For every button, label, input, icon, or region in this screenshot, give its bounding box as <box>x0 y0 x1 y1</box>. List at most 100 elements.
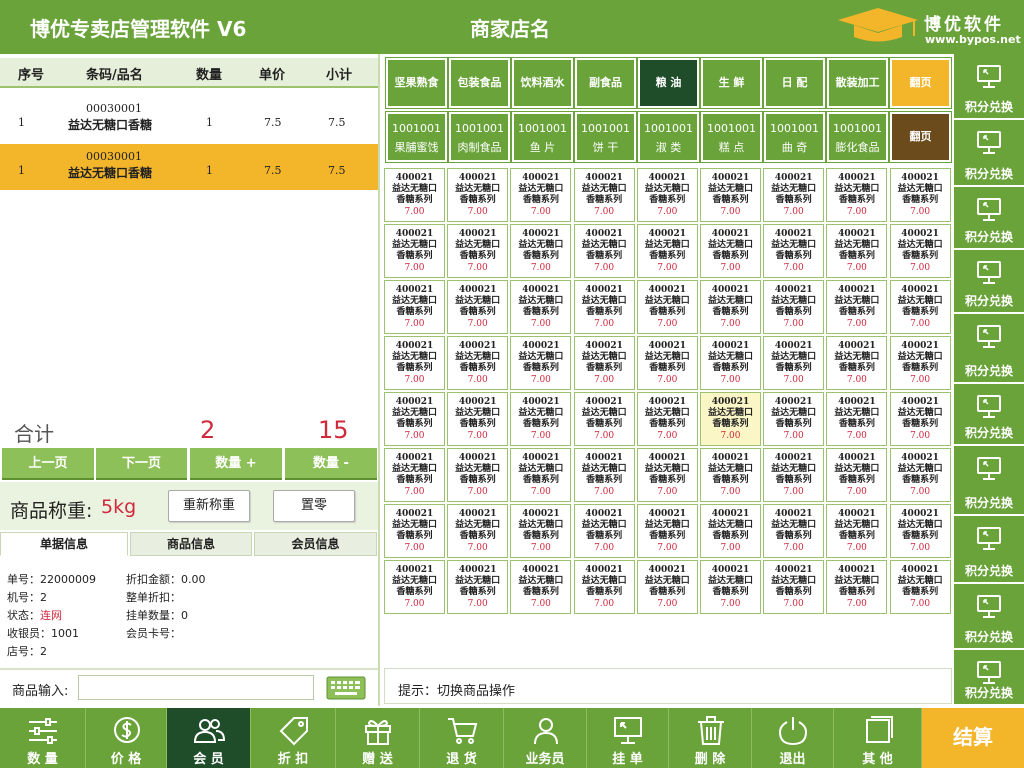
product-tile[interactable]: 400021 益达无糖口 香糖系列 7.00 <box>384 280 445 334</box>
product-tile[interactable]: 400021 益达无糖口 香糖系列 7.00 <box>763 392 825 446</box>
product-tile[interactable]: 400021 益达无糖口 香糖系列 7.00 <box>826 448 888 502</box>
product-tile[interactable]: 400021 益达无糖口 香糖系列 7.00 <box>573 168 635 222</box>
product-tile[interactable]: 400021 益达无糖口 香糖系列 7.00 <box>889 336 951 390</box>
product-tile[interactable]: 400021 益达无糖口 香糖系列 7.00 <box>826 392 888 446</box>
checkout-button[interactable]: 结算 <box>922 708 1024 768</box>
product-tile[interactable]: 400021 益达无糖口 香糖系列 7.00 <box>826 560 888 614</box>
qty-plus-button[interactable]: 数量 + <box>190 448 282 480</box>
product-tile[interactable]: 400021 益达无糖口 香糖系列 7.00 <box>700 504 761 558</box>
points-exchange-button[interactable]: 积分兑换 <box>954 584 1024 650</box>
tab-goods-info[interactable]: 商品信息 <box>130 532 252 556</box>
toolbar-button-square[interactable]: 其 他 <box>834 708 922 768</box>
product-tile[interactable]: 400021 益达无糖口 香糖系列 7.00 <box>700 224 761 278</box>
product-tile[interactable]: 400021 益达无糖口 香糖系列 7.00 <box>573 336 635 390</box>
product-tile[interactable]: 400021 益达无糖口 香糖系列 7.00 <box>636 168 698 222</box>
product-tile[interactable]: 400021 益达无糖口 香糖系列 7.00 <box>763 336 825 390</box>
tab-member-info[interactable]: 会员信息 <box>254 532 377 556</box>
product-tile[interactable]: 400021 益达无糖口 香糖系列 7.00 <box>826 336 888 390</box>
product-tile[interactable]: 400021 益达无糖口 香糖系列 7.00 <box>636 280 698 334</box>
product-tile[interactable]: 400021 益达无糖口 香糖系列 7.00 <box>700 168 761 222</box>
product-tile[interactable]: 400021 益达无糖口 香糖系列 7.00 <box>384 224 445 278</box>
product-tile[interactable]: 400021 益达无糖口 香糖系列 7.00 <box>763 168 825 222</box>
cart-row-selected[interactable]: 1 00030001 益达无糖口香糖 1 7.5 7.5 <box>0 144 378 190</box>
product-tile[interactable]: 400021 益达无糖口 香糖系列 7.00 <box>384 392 445 446</box>
qty-minus-button[interactable]: 数量 - <box>285 448 377 480</box>
product-tile[interactable]: 400021 益达无糖口 香糖系列 7.00 <box>700 392 761 446</box>
product-tile[interactable]: 400021 益达无糖口 香糖系列 7.00 <box>889 560 951 614</box>
product-tile[interactable]: 400021 益达无糖口 香糖系列 7.00 <box>510 504 572 558</box>
product-tile[interactable]: 400021 益达无糖口 香糖系列 7.00 <box>384 560 445 614</box>
product-tile[interactable]: 400021 益达无糖口 香糖系列 7.00 <box>636 392 698 446</box>
product-tile[interactable]: 400021 益达无糖口 香糖系列 7.00 <box>447 280 509 334</box>
product-tile[interactable]: 400021 益达无糖口 香糖系列 7.00 <box>889 504 951 558</box>
product-tile[interactable]: 400021 益达无糖口 香糖系列 7.00 <box>573 224 635 278</box>
tab-order-info[interactable]: 单据信息 <box>0 532 128 556</box>
subcategory-tab[interactable]: 1001001 鱼 片 <box>511 111 574 163</box>
product-tile[interactable]: 400021 益达无糖口 香糖系列 7.00 <box>447 448 509 502</box>
product-tile[interactable]: 400021 益达无糖口 香糖系列 7.00 <box>636 448 698 502</box>
toolbar-button-trash[interactable]: 删 除 <box>669 708 752 768</box>
subcategory-tab[interactable]: 1001001 淑 类 <box>637 111 700 163</box>
product-tile[interactable]: 400021 益达无糖口 香糖系列 7.00 <box>510 224 572 278</box>
category-tab[interactable]: 日 配 <box>763 57 826 109</box>
points-exchange-button[interactable]: 积分兑换 <box>954 54 1024 120</box>
product-tile[interactable]: 400021 益达无糖口 香糖系列 7.00 <box>573 448 635 502</box>
product-tile[interactable]: 400021 益达无糖口 香糖系列 7.00 <box>573 560 635 614</box>
product-tile[interactable]: 400021 益达无糖口 香糖系列 7.00 <box>763 224 825 278</box>
product-tile[interactable]: 400021 益达无糖口 香糖系列 7.00 <box>700 560 761 614</box>
product-tile[interactable]: 400021 益达无糖口 香糖系列 7.00 <box>700 336 761 390</box>
subcategory-tab[interactable]: 1001001 果脯蜜饯 <box>385 111 448 163</box>
toolbar-button-sliders[interactable]: 数 量 <box>0 708 86 768</box>
points-exchange-button[interactable]: 积分兑换 <box>954 314 1024 384</box>
toolbar-button-users[interactable]: 会 员 <box>167 708 251 768</box>
category-tab[interactable]: 副食品 <box>574 57 637 109</box>
prev-page-button[interactable]: 上一页 <box>2 448 94 480</box>
product-tile[interactable]: 400021 益达无糖口 香糖系列 7.00 <box>700 448 761 502</box>
product-tile[interactable]: 400021 益达无糖口 香糖系列 7.00 <box>573 280 635 334</box>
product-tile[interactable]: 400021 益达无糖口 香糖系列 7.00 <box>763 280 825 334</box>
product-tile[interactable]: 400021 益达无糖口 香糖系列 7.00 <box>826 168 888 222</box>
product-tile[interactable]: 400021 益达无糖口 香糖系列 7.00 <box>636 560 698 614</box>
points-exchange-button[interactable]: 积分兑换 <box>954 650 1024 706</box>
product-tile[interactable]: 400021 益达无糖口 香糖系列 7.00 <box>889 448 951 502</box>
category-tab[interactable]: 包装食品 <box>448 57 511 109</box>
subcategory-tab[interactable]: 1001001 曲 奇 <box>763 111 826 163</box>
points-exchange-button[interactable]: 积分兑换 <box>954 120 1024 187</box>
product-tile[interactable]: 400021 益达无糖口 香糖系列 7.00 <box>447 504 509 558</box>
product-tile[interactable]: 400021 益达无糖口 香糖系列 7.00 <box>889 392 951 446</box>
points-exchange-button[interactable]: 积分兑换 <box>954 516 1024 584</box>
product-tile[interactable]: 400021 益达无糖口 香糖系列 7.00 <box>384 448 445 502</box>
product-tile[interactable]: 400021 益达无糖口 香糖系列 7.00 <box>700 280 761 334</box>
product-tile[interactable]: 400021 益达无糖口 香糖系列 7.00 <box>447 336 509 390</box>
product-tile[interactable]: 400021 益达无糖口 香糖系列 7.00 <box>826 280 888 334</box>
product-tile[interactable]: 400021 益达无糖口 香糖系列 7.00 <box>447 224 509 278</box>
toolbar-button-monitor[interactable]: 挂 单 <box>587 708 669 768</box>
product-tile[interactable]: 400021 益达无糖口 香糖系列 7.00 <box>826 224 888 278</box>
product-tile[interactable]: 400021 益达无糖口 香糖系列 7.00 <box>826 504 888 558</box>
category-tab[interactable]: 生 鲜 <box>700 57 763 109</box>
toolbar-button-power[interactable]: 退出 <box>752 708 834 768</box>
product-tile[interactable]: 400021 益达无糖口 香糖系列 7.00 <box>510 336 572 390</box>
next-page-button[interactable]: 下一页 <box>96 448 187 480</box>
product-tile[interactable]: 400021 益达无糖口 香糖系列 7.00 <box>510 168 572 222</box>
subcategory-tab[interactable]: 1001001 肉制食品 <box>448 111 511 163</box>
toolbar-button-gift[interactable]: 赠 送 <box>336 708 420 768</box>
points-exchange-button[interactable]: 积分兑换 <box>954 250 1024 314</box>
product-tile[interactable]: 400021 益达无糖口 香糖系列 7.00 <box>384 336 445 390</box>
cart-row[interactable]: 1 00030001 益达无糖口香糖 1 7.5 7.5 <box>0 96 378 142</box>
subcategory-tab[interactable]: 1001001 饼 干 <box>574 111 637 163</box>
product-tile[interactable]: 400021 益达无糖口 香糖系列 7.00 <box>384 168 445 222</box>
toolbar-button-user[interactable]: 业务员 <box>504 708 587 768</box>
product-tile[interactable]: 400021 益达无糖口 香糖系列 7.00 <box>636 336 698 390</box>
toolbar-button-cart[interactable]: 退 货 <box>420 708 504 768</box>
product-tile[interactable]: 400021 益达无糖口 香糖系列 7.00 <box>510 448 572 502</box>
product-tile[interactable]: 400021 益达无糖口 香糖系列 7.00 <box>510 280 572 334</box>
subcategory-tab[interactable]: 1001001 糕 点 <box>700 111 763 163</box>
product-tile[interactable]: 400021 益达无糖口 香糖系列 7.00 <box>636 504 698 558</box>
subcategory-tab[interactable]: 1001001 膨化食品 <box>826 111 889 163</box>
points-exchange-button[interactable]: 积分兑换 <box>954 446 1024 516</box>
keyboard-icon[interactable] <box>326 676 366 700</box>
product-tile[interactable]: 400021 益达无糖口 香糖系列 7.00 <box>763 504 825 558</box>
category-tab[interactable]: 粮 油 <box>637 57 700 109</box>
points-exchange-button[interactable]: 积分兑换 <box>954 384 1024 446</box>
